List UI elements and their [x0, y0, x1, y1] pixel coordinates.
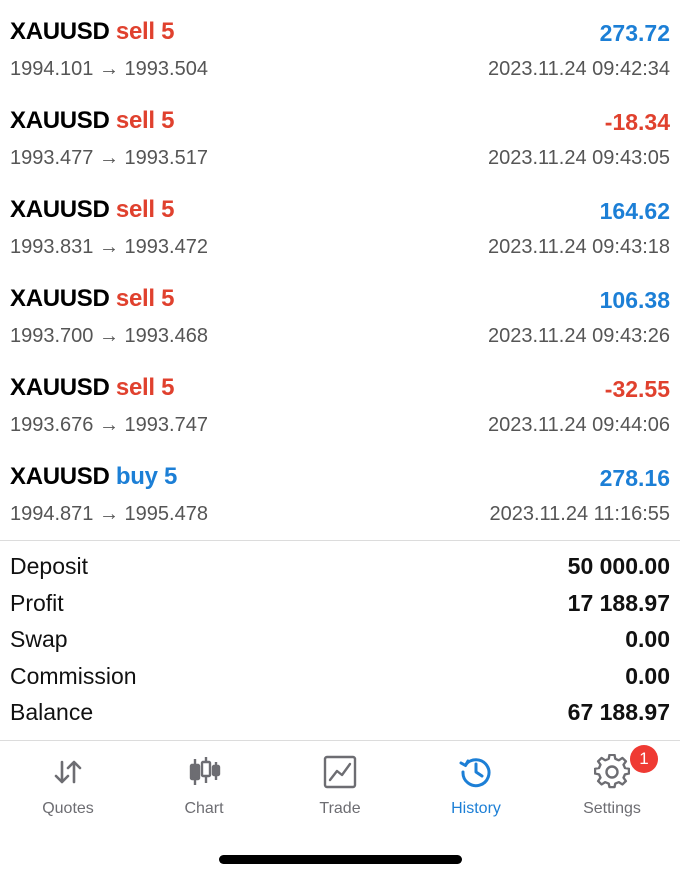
trade-time: 2023.11.24 09:43:26: [487, 325, 670, 347]
tab-history[interactable]: History: [408, 742, 544, 832]
summary-row-balance: Balance 67 188.97: [0, 696, 680, 733]
trade-icon: [323, 755, 357, 789]
summary-value: 0.00: [625, 662, 670, 689]
trade-profit: 278.16: [599, 465, 670, 491]
trade-row[interactable]: XAUUSD sell 5 273.72 1994.101 → 1993.504…: [0, 0, 680, 89]
trade-prices: 1993.831 → 1993.472: [10, 236, 208, 258]
tab-label: Trade: [319, 800, 361, 817]
trade-row[interactable]: XAUUSD sell 5 -32.55 1993.676 → 1993.747…: [0, 356, 680, 445]
tab-label: Settings: [583, 800, 641, 817]
trade-symbol: XAUUSD: [10, 196, 110, 223]
trade-direction: sell 5: [115, 107, 175, 134]
trade-row[interactable]: XAUUSD sell 5 106.38 1993.700 → 1993.468…: [0, 267, 680, 356]
trade-history-list: XAUUSD sell 5 273.72 1994.101 → 1993.504…: [0, 0, 680, 534]
trade-symbol: XAUUSD: [10, 463, 110, 490]
trade-row[interactable]: XAUUSD sell 5 164.62 1993.831 → 1993.472…: [0, 178, 680, 267]
gear-icon: [594, 754, 630, 789]
trade-direction: sell 5: [115, 374, 175, 401]
trade-row[interactable]: XAUUSD sell 5 -18.34 1993.477 → 1993.517…: [0, 89, 680, 178]
trade-direction: sell 5: [115, 285, 175, 312]
trade-direction: sell 5: [115, 18, 175, 45]
summary-row-commission: Commission 0.00: [0, 660, 680, 697]
notification-badge: 1: [630, 745, 658, 773]
tab-label: Quotes: [42, 800, 94, 817]
trade-symbol: XAUUSD: [10, 107, 110, 134]
bottom-tab-bar: Quotes Chart Trade History 1 Settings: [0, 742, 680, 832]
summary-label: Profit: [10, 589, 64, 616]
summary-label: Deposit: [10, 553, 88, 579]
trade-time: 2023.11.24 09:43:05: [487, 147, 670, 169]
summary-value: 0.00: [625, 626, 670, 652]
trade-time: 2023.11.24 11:16:55: [489, 503, 670, 525]
summary-row-swap: Swap 0.00: [0, 623, 680, 660]
tab-label: History: [451, 800, 501, 817]
tab-trade[interactable]: Trade: [272, 742, 408, 832]
quotes-icon: [54, 760, 82, 784]
trade-symbol: XAUUSD: [10, 374, 110, 401]
trade-prices: 1994.101 → 1993.504: [10, 58, 208, 80]
summary-row-deposit: Deposit 50 000.00: [0, 550, 680, 587]
trade-prices: 1993.477 → 1993.517: [10, 147, 208, 169]
summary-divider: [0, 540, 680, 541]
summary-value: 67 188.97: [567, 699, 670, 725]
trade-profit: 106.38: [599, 287, 670, 313]
trade-time: 2023.11.24 09:43:18: [487, 236, 670, 258]
history-icon: [459, 758, 491, 788]
tabbar-divider: [0, 740, 680, 741]
trade-profit: 164.62: [599, 198, 670, 224]
trade-symbol: XAUUSD: [10, 285, 110, 312]
summary-value: 50 000.00: [567, 553, 670, 579]
trade-prices: 1993.700 → 1993.468: [10, 325, 208, 347]
tab-chart[interactable]: Chart: [136, 742, 272, 832]
summary-label: Balance: [10, 699, 94, 725]
account-summary: Deposit 50 000.00 Profit 17 188.97 Swap …: [0, 550, 680, 733]
summary-value: 17 188.97: [567, 589, 670, 616]
trade-direction: buy 5: [115, 463, 178, 490]
trade-direction: sell 5: [115, 196, 175, 223]
chart-icon: [189, 757, 221, 785]
home-indicator[interactable]: [219, 855, 462, 864]
tab-quotes[interactable]: Quotes: [0, 742, 136, 832]
tab-label: Chart: [184, 800, 224, 817]
summary-row-profit: Profit 17 188.97: [0, 587, 680, 624]
trade-time: 2023.11.24 09:42:34: [487, 58, 670, 80]
trade-profit: -32.55: [604, 376, 670, 402]
trade-row[interactable]: XAUUSD buy 5 278.16 1994.871 → 1995.478 …: [0, 445, 680, 534]
trade-profit: -18.34: [604, 109, 670, 135]
trade-prices: 1993.676 → 1993.747: [10, 414, 208, 436]
trade-profit: 273.72: [599, 20, 670, 46]
trade-prices: 1994.871 → 1995.478: [10, 503, 208, 525]
summary-label: Swap: [10, 626, 68, 652]
trade-time: 2023.11.24 09:44:06: [487, 414, 670, 436]
summary-label: Commission: [10, 662, 137, 689]
tab-settings[interactable]: 1 Settings: [544, 742, 680, 832]
trade-symbol: XAUUSD: [10, 18, 110, 45]
